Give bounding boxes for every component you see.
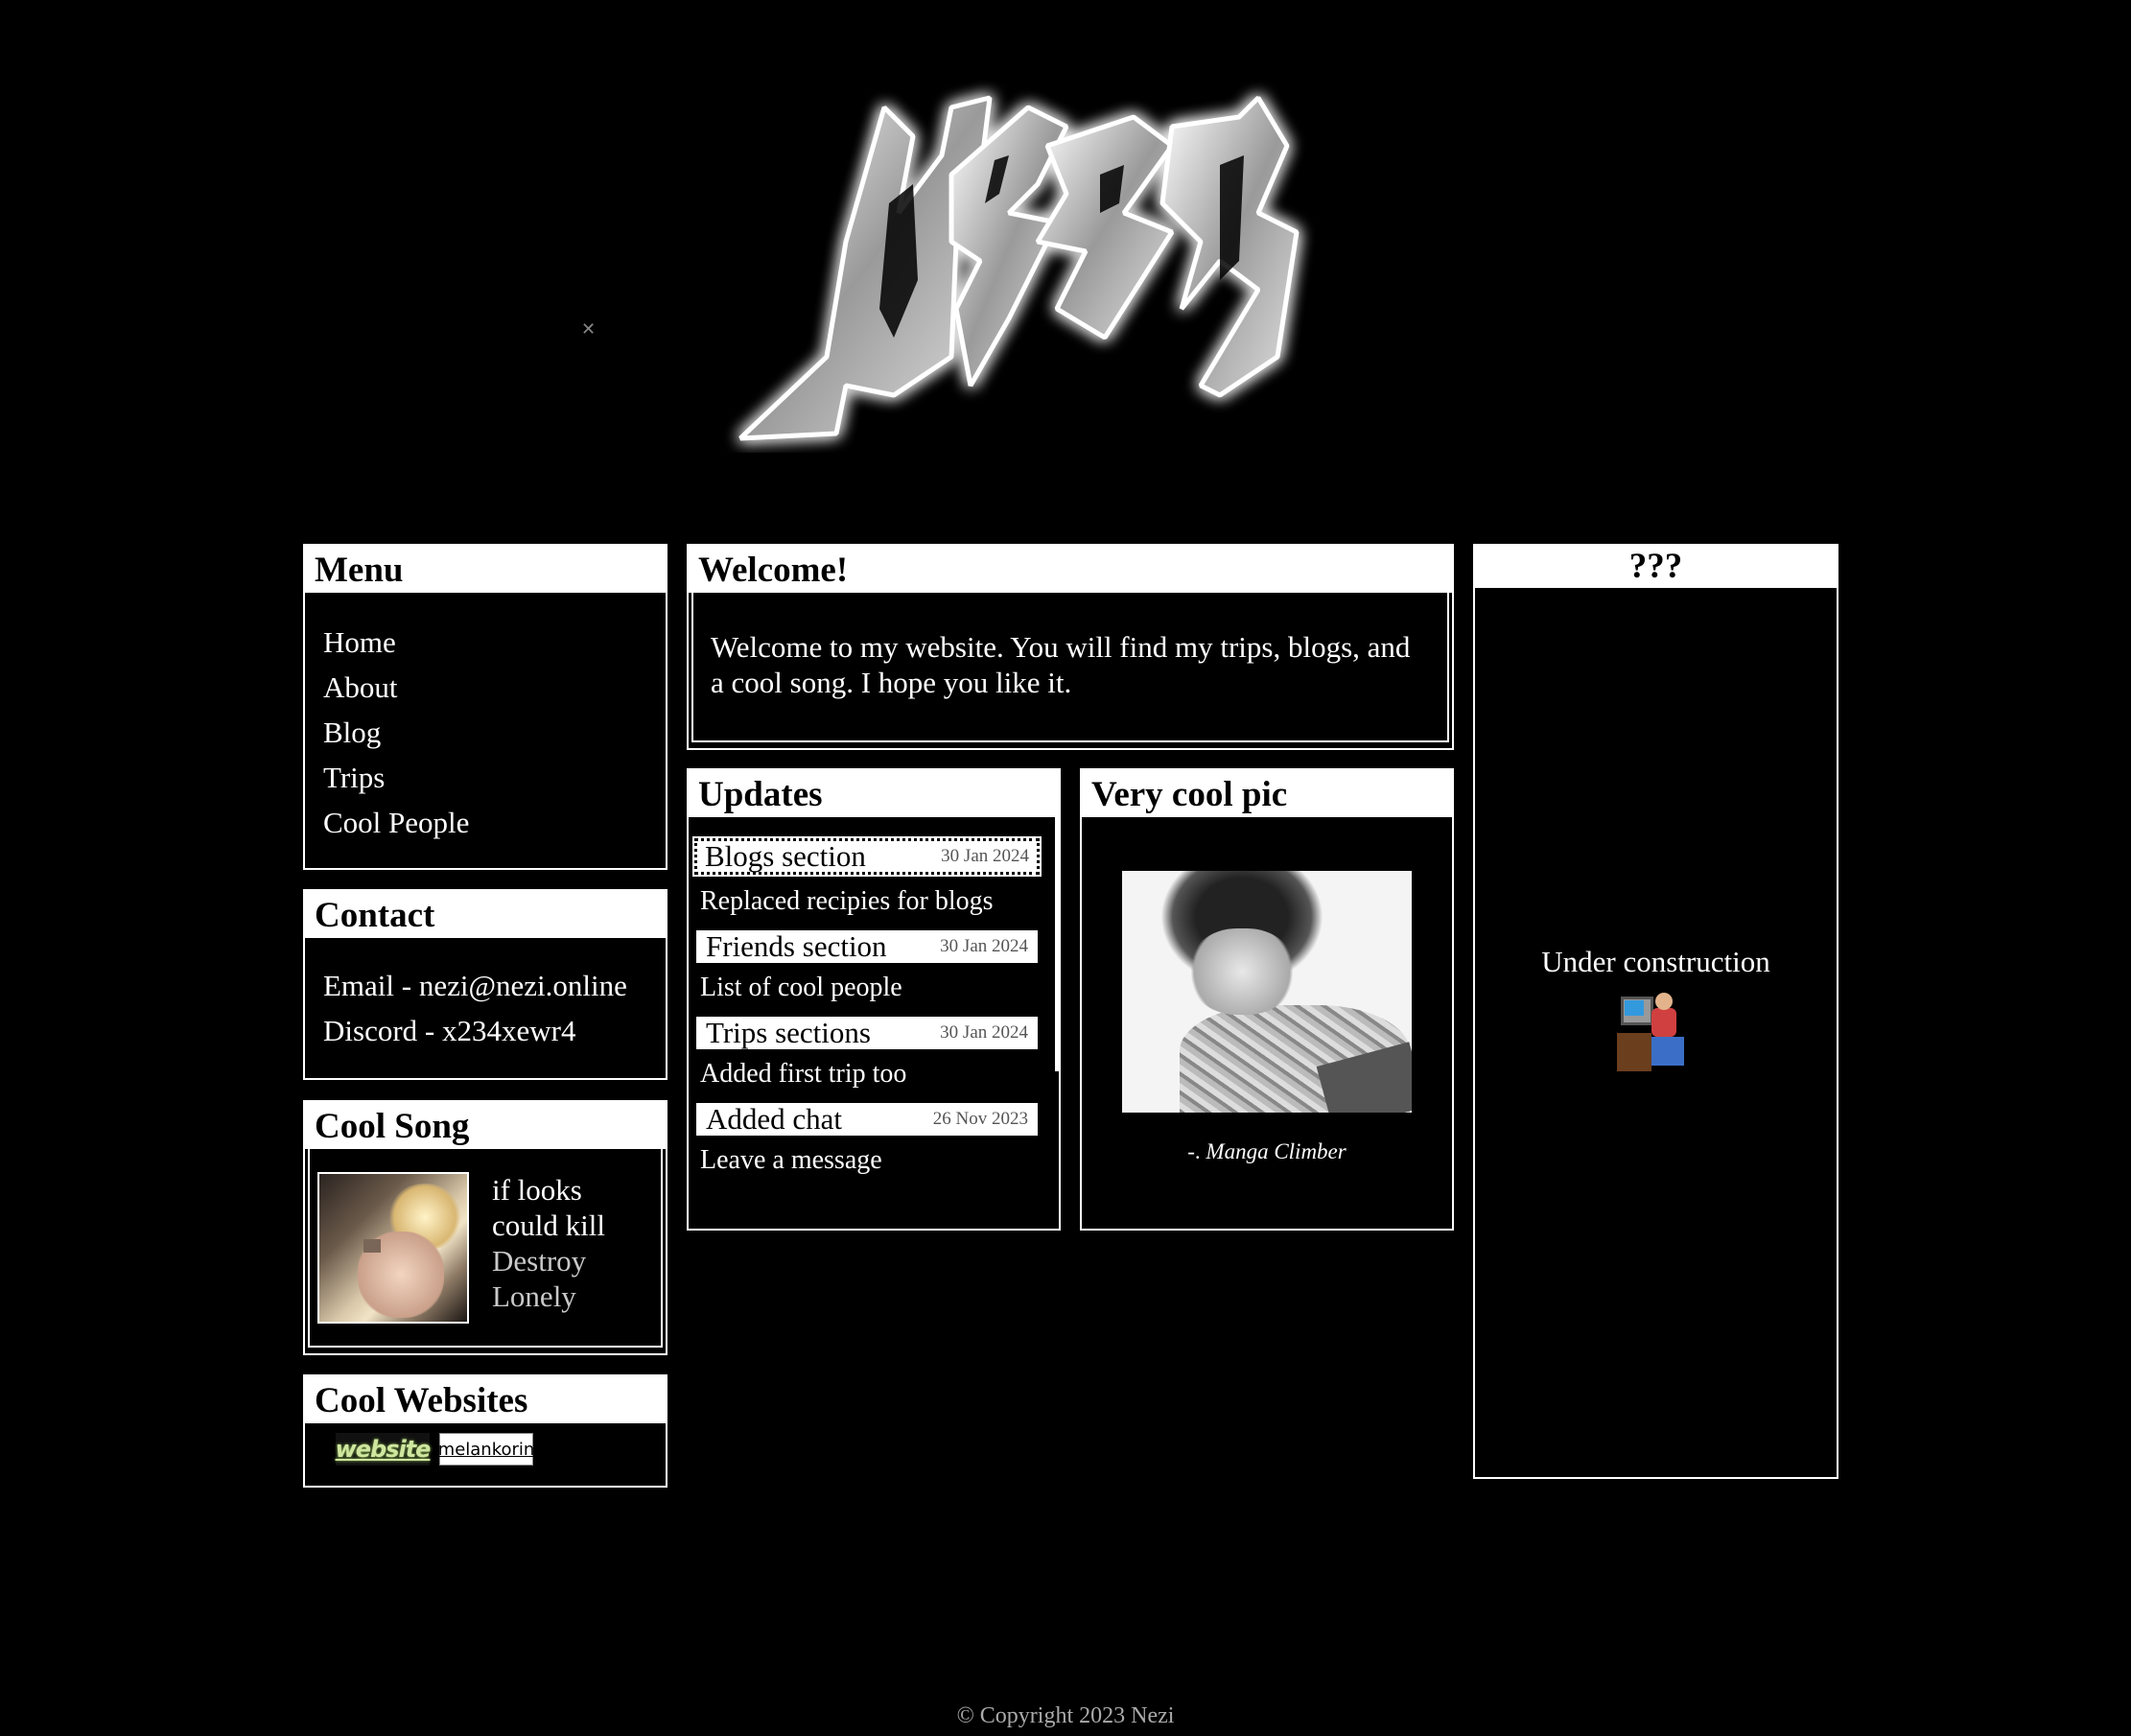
website-buttons: website melankorin <box>305 1423 666 1466</box>
update-date: 30 Jan 2024 <box>940 936 1028 956</box>
menu-item-cool-people[interactable]: Cool People <box>323 800 666 845</box>
update-item-title[interactable]: Trips sections 30 Jan 2024 <box>696 1016 1038 1049</box>
menu-list: Home About Blog Trips Cool People <box>305 593 666 845</box>
sparkle-icon: ✕ <box>581 319 597 340</box>
song-box: Cool Song if looks could kill Destroy Lo… <box>303 1100 667 1355</box>
websites-title: Cool Websites <box>305 1376 666 1423</box>
menu-item-home[interactable]: Home <box>323 620 666 665</box>
song-title-line2: could kill <box>492 1208 605 1242</box>
update-item-title[interactable]: Friends section 30 Jan 2024 <box>696 929 1038 963</box>
pic-caption-text: Manga Climber <box>1206 1139 1347 1163</box>
update-date: 26 Nov 2023 <box>932 1109 1028 1129</box>
contact-discord: Discord - x234xewr4 <box>323 1014 576 1047</box>
menu-title: Menu <box>305 546 666 593</box>
update-title: Added chat <box>706 1102 843 1136</box>
welcome-title: Welcome! <box>689 546 1452 593</box>
contact-title: Contact <box>305 891 666 938</box>
pic-box: Very cool pic -. Manga Climber <box>1080 768 1454 1231</box>
computer-user-icon <box>1613 987 1699 1073</box>
song-artist-line2: Lonely <box>492 1279 576 1313</box>
websites-box: Cool Websites website melankorin <box>303 1374 667 1488</box>
contact-box: Contact Email - nezi@nezi.online Discord… <box>303 889 667 1080</box>
update-item-title[interactable]: Added chat 26 Nov 2023 <box>696 1102 1038 1136</box>
song-box-title: Cool Song <box>305 1102 666 1149</box>
updates-box: Updates Blogs section 30 Jan 2024 Replac… <box>687 768 1061 1231</box>
updates-scrollbar[interactable] <box>1055 817 1059 1071</box>
contact-email[interactable]: Email - nezi@nezi.online <box>323 963 666 1008</box>
under-construction-text: Under construction <box>1541 945 1770 978</box>
song-body: if looks could kill Destroy Lonely <box>308 1149 663 1348</box>
pic-caption-prefix: -. <box>1187 1139 1206 1163</box>
song-info: if looks could kill Destroy Lonely <box>492 1172 605 1324</box>
menu-item-trips[interactable]: Trips <box>323 755 666 800</box>
footer-copyright: © Copyright 2023 Nezi <box>956 1703 1175 1728</box>
song-title-line1: if looks <box>492 1173 582 1207</box>
manga-image[interactable] <box>1122 871 1412 1113</box>
update-desc: Leave a message <box>700 1145 882 1175</box>
welcome-body: Welcome to my website. You will find my … <box>691 593 1449 742</box>
pic-caption: -. Manga Climber <box>1082 1113 1452 1164</box>
menu-box: Menu Home About Blog Trips Cool People <box>303 544 667 870</box>
update-title: Trips sections <box>706 1016 871 1049</box>
update-desc: Replaced recipies for blogs <box>700 886 994 916</box>
updates-title: Updates <box>689 770 1059 817</box>
welcome-box: Welcome! Welcome to my website. You will… <box>687 544 1454 750</box>
album-cover[interactable] <box>317 1172 469 1324</box>
update-desc: List of cool people <box>700 973 902 1002</box>
welcome-text: Welcome to my website. You will find my … <box>711 630 1411 699</box>
pic-title: Very cool pic <box>1082 770 1452 817</box>
mystery-title: ??? <box>1475 546 1837 588</box>
mystery-box: ??? Under construction <box>1473 544 1838 1479</box>
updates-list: Blogs section 30 Jan 2024 Replaced recip… <box>689 817 1059 1189</box>
site-logo <box>738 95 1300 441</box>
menu-item-blog[interactable]: Blog <box>323 710 666 755</box>
update-desc: Added first trip too <box>700 1059 907 1089</box>
website-button-2[interactable]: melankorin <box>438 1433 534 1466</box>
update-title: Blogs section <box>705 839 866 873</box>
update-date: 30 Jan 2024 <box>940 1022 1028 1043</box>
website-button-1[interactable]: website <box>336 1433 431 1466</box>
update-title: Friends section <box>706 929 887 963</box>
contact-list: Email - nezi@nezi.online Discord - x234x… <box>305 938 666 1053</box>
song-artist-line1: Destroy <box>492 1244 587 1278</box>
update-date: 30 Jan 2024 <box>941 846 1029 866</box>
menu-item-about[interactable]: About <box>323 665 666 710</box>
update-item-title[interactable]: Blogs section 30 Jan 2024 <box>692 836 1042 877</box>
